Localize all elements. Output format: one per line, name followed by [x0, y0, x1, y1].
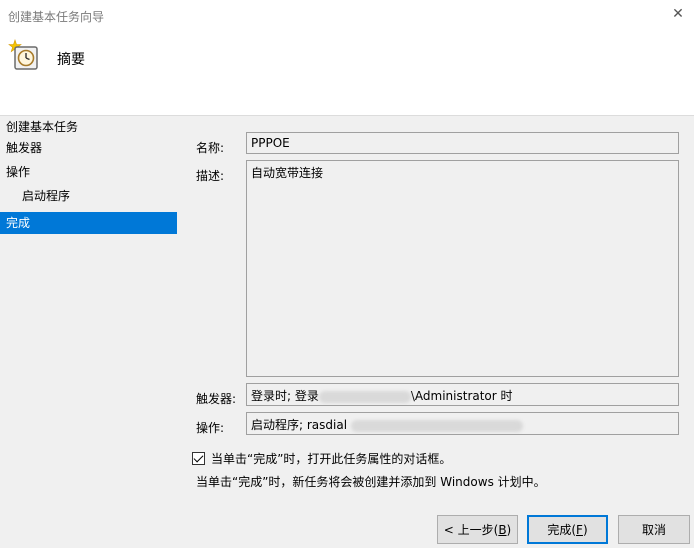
- trigger-prefix: 登录时; 登录: [251, 389, 319, 403]
- back-button-key: B: [498, 522, 507, 537]
- cancel-button[interactable]: 取消: [618, 515, 690, 544]
- nav-item-create-task[interactable]: 创建基本任务: [0, 116, 177, 138]
- name-value: PPPOE: [251, 136, 290, 150]
- open-properties-label: 当单击“完成”时，打开此任务属性的对话框。: [211, 452, 452, 466]
- page-title: 摘要: [57, 52, 85, 68]
- back-button-close: ): [506, 522, 512, 537]
- description-field[interactable]: 自动宽带连接: [246, 160, 679, 377]
- description-label: 描述:: [196, 169, 225, 183]
- back-button-label: < 上一步(: [443, 523, 499, 537]
- close-icon[interactable]: ✕: [670, 6, 686, 22]
- name-field[interactable]: PPPOE: [246, 132, 679, 154]
- redacted-arguments: [350, 419, 523, 432]
- finish-button[interactable]: 完成(F): [527, 515, 608, 544]
- window-title: 创建基本任务向导: [8, 10, 105, 24]
- redacted-username: [318, 390, 411, 403]
- action-label: 操作:: [196, 421, 225, 435]
- title-bar: 创建基本任务向导 ✕: [0, 0, 694, 32]
- nav-item-start-program[interactable]: 启动程序: [0, 185, 177, 207]
- finish-note: 当单击“完成”时，新任务将会被创建并添加到 Windows 计划中。: [196, 475, 546, 489]
- task-wizard-window: 创建基本任务向导 ✕ 摘要 创建基本任务 触发器 操作 启动程序 完成 名称: …: [0, 0, 694, 548]
- nav-item-trigger[interactable]: 触发器: [0, 137, 177, 159]
- trigger-label: 触发器:: [196, 392, 237, 406]
- open-properties-option[interactable]: 当单击“完成”时，打开此任务属性的对话框。: [192, 450, 451, 467]
- finish-button-label: 完成(: [547, 523, 577, 537]
- finish-button-key: F: [576, 522, 583, 537]
- nav-item-action[interactable]: 操作: [0, 161, 177, 183]
- trigger-field[interactable]: 登录时; 登录 \Administrator 时: [246, 383, 679, 406]
- nav-item-finish[interactable]: 完成: [0, 212, 177, 234]
- action-prefix: 启动程序; rasdial: [251, 418, 348, 432]
- task-clock-icon: [8, 39, 38, 70]
- trigger-suffix: \Administrator 时: [410, 389, 513, 403]
- open-properties-checkbox[interactable]: [192, 452, 205, 465]
- wizard-header: 摘要: [0, 32, 694, 116]
- description-value: 自动宽带连接: [251, 166, 324, 180]
- back-button[interactable]: < 上一步(B): [437, 515, 518, 544]
- action-field[interactable]: 启动程序; rasdial: [246, 412, 679, 435]
- name-label: 名称:: [196, 141, 225, 155]
- finish-button-close: ): [582, 522, 588, 537]
